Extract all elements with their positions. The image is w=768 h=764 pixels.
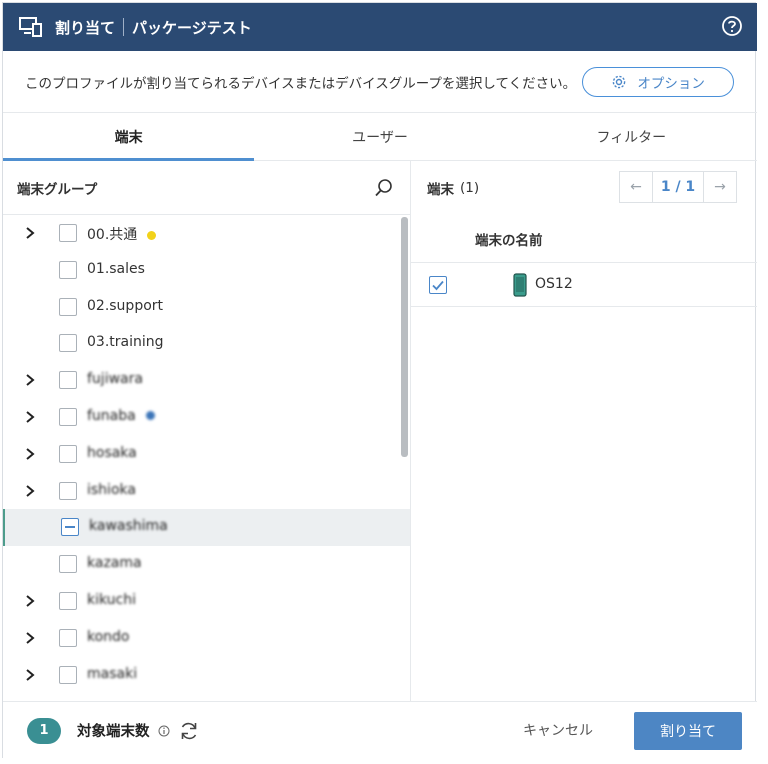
profile-name: パッケージテスト: [132, 18, 252, 37]
chevron-right-icon[interactable]: [23, 594, 37, 608]
column-label: 端末の名前: [475, 232, 543, 249]
group-row[interactable]: kikuchi: [3, 583, 410, 620]
group-label: 03.training: [87, 334, 164, 351]
chevron-right-icon[interactable]: [23, 631, 37, 645]
group-checkbox[interactable]: [59, 481, 77, 500]
group-checkbox[interactable]: [59, 444, 77, 463]
device-list-title: 端末: [427, 182, 454, 198]
group-checkbox[interactable]: [59, 628, 77, 647]
device-group-title: 端末グループ: [17, 181, 98, 198]
group-label: fujiwara: [87, 371, 143, 388]
group-label: ishioka: [87, 481, 136, 498]
device-group-panel: 端末グループ 00.共通 01.sales 02.support 03.trainin…: [3, 161, 411, 701]
device-list-panel: 端末 (1) ← 1 / 1 → 端末の名前 OS12: [411, 161, 757, 701]
smartphone-icon: [513, 273, 527, 297]
group-label: funaba: [87, 408, 155, 424]
chevron-right-icon[interactable]: [23, 410, 37, 424]
instruction-bar: このプロファイルが割り当てられるデバイスまたはデバイスグループを選択してください…: [3, 51, 757, 113]
group-label: kazama: [87, 555, 142, 572]
group-checkbox[interactable]: [59, 371, 77, 390]
tree-scrollbar[interactable]: [401, 217, 408, 457]
device-count: (1): [460, 180, 480, 196]
chevron-right-icon[interactable]: [23, 373, 37, 387]
chevron-right-icon[interactable]: [23, 484, 37, 498]
info-icon[interactable]: [158, 725, 170, 737]
check-icon: [432, 280, 444, 291]
dialog-title: 割り当て: [55, 18, 116, 37]
device-group-header: 端末グループ: [3, 161, 410, 215]
group-row[interactable]: fujiwara: [3, 362, 410, 399]
help-circle-icon[interactable]: [721, 15, 743, 37]
group-row[interactable]: ishioka: [3, 473, 410, 510]
gear-icon: [613, 75, 626, 88]
group-row[interactable]: kawashima: [3, 509, 410, 547]
pager: ← 1 / 1 →: [619, 171, 737, 203]
device-monitor-icon: [19, 17, 42, 37]
dialog-header: 割り当て パッケージテスト: [3, 3, 757, 51]
group-checkbox[interactable]: [59, 555, 77, 574]
group-row[interactable]: kondo: [3, 620, 410, 657]
group-checkbox[interactable]: [59, 260, 77, 279]
group-checkbox[interactable]: [59, 591, 77, 610]
group-label: kikuchi: [87, 591, 137, 608]
assign-button[interactable]: 割り当て: [634, 712, 742, 750]
group-label: 00.共通: [87, 224, 157, 244]
target-count-label: 対象端末数: [77, 724, 150, 740]
group-row[interactable]: hosaka: [3, 436, 410, 473]
tab-filters[interactable]: フィルター: [506, 113, 757, 160]
options-label: オプション: [637, 75, 705, 92]
group-label: masaki: [87, 665, 138, 682]
prev-page-button[interactable]: ←: [620, 179, 652, 195]
group-checkbox[interactable]: [61, 518, 79, 537]
page-indicator: 1 / 1: [652, 172, 704, 202]
group-label: 01.sales: [87, 260, 145, 277]
group-checkbox[interactable]: [59, 407, 77, 426]
device-name: OS12: [535, 276, 573, 292]
device-row[interactable]: OS12: [411, 263, 757, 307]
next-page-button[interactable]: →: [704, 179, 736, 195]
group-row[interactable]: masaki: [3, 657, 410, 694]
target-count-badge: 1: [27, 717, 61, 744]
group-label: kawashima: [89, 518, 168, 535]
group-checkbox[interactable]: [59, 297, 77, 316]
group-label: 02.support: [87, 297, 164, 314]
tab-bar: 端末 ユーザー フィルター: [3, 113, 757, 161]
title-separator: [123, 18, 125, 36]
assign-dialog: 割り当て パッケージテスト このプロファイルが割り当てられるデバイスまたはデバイ…: [2, 2, 757, 759]
group-label: kondo: [87, 628, 130, 645]
group-checkbox[interactable]: [59, 224, 77, 242]
status-dot: [147, 230, 157, 240]
group-checkbox[interactable]: [59, 334, 77, 353]
options-button[interactable]: オプション: [582, 66, 735, 97]
search-icon[interactable]: [374, 178, 394, 198]
cancel-button[interactable]: キャンセル: [523, 720, 593, 740]
chevron-right-icon[interactable]: [23, 668, 37, 682]
chevron-right-icon[interactable]: [23, 447, 37, 461]
instruction-text: このプロファイルが割り当てられるデバイスまたはデバイスグループを選択してください…: [25, 75, 577, 92]
device-checkbox[interactable]: [429, 276, 447, 294]
group-row[interactable]: funaba: [3, 399, 410, 436]
group-checkbox[interactable]: [59, 665, 77, 684]
status-dot: [145, 411, 155, 421]
group-label: hosaka: [87, 444, 137, 461]
tab-devices[interactable]: 端末: [3, 113, 255, 161]
tab-users[interactable]: ユーザー: [254, 113, 505, 160]
group-row[interactable]: 00.共通: [3, 215, 410, 252]
device-name-column-header: 端末の名前: [411, 215, 757, 263]
dialog-footer: 1 対象端末数 キャンセル 割り当て: [3, 701, 757, 759]
refresh-icon[interactable]: [178, 720, 200, 742]
group-row[interactable]: 02.support: [3, 289, 410, 326]
group-tree: 00.共通 01.sales 02.support 03.training fujiwa…: [3, 215, 410, 701]
chevron-right-icon[interactable]: [23, 226, 37, 240]
device-list-header: 端末 (1) ← 1 / 1 →: [411, 161, 757, 215]
group-row[interactable]: kazama: [3, 546, 410, 583]
group-row[interactable]: 03.training: [3, 325, 410, 362]
group-row[interactable]: 01.sales: [3, 252, 410, 289]
